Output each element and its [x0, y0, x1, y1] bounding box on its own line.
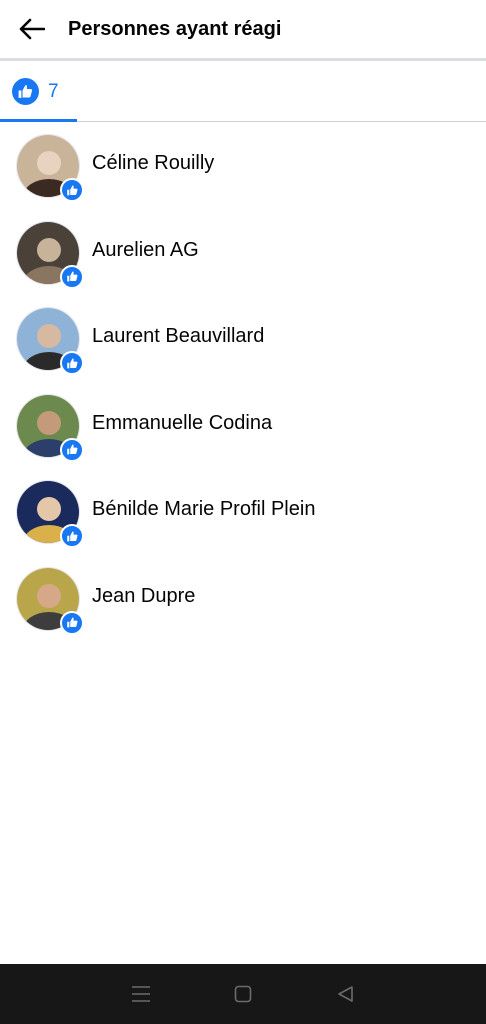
menu-button[interactable] [121, 974, 161, 1014]
reactor-name[interactable]: Céline Rouilly [92, 152, 214, 175]
like-icon [60, 351, 84, 375]
like-icon [60, 524, 84, 548]
back-button[interactable] [0, 0, 64, 58]
like-icon [60, 178, 84, 202]
arrow-left-icon [19, 18, 45, 40]
reactor-name[interactable]: Aurelien AG [92, 239, 199, 262]
reactor-name[interactable]: Jean Dupre [92, 585, 195, 608]
like-icon [12, 78, 39, 105]
reactor-name[interactable]: Laurent Beauvillard [92, 325, 264, 348]
like-icon [60, 437, 84, 462]
system-navbar [0, 964, 486, 1024]
home-button[interactable] [223, 974, 263, 1014]
avatar-wrapper [16, 307, 84, 375]
header: Personnes ayant réagi [0, 0, 486, 58]
like-icon [60, 610, 84, 635]
app: Personnes ayant réagi 7 Céline Rouilly A… [0, 0, 486, 1024]
reactor-row[interactable]: Céline Rouilly [0, 123, 486, 210]
avatar-wrapper [16, 134, 84, 202]
reactors-list: Céline Rouilly Aurelien AG Laurent Beauv… [0, 123, 486, 642]
back-triangle-icon [338, 986, 353, 1002]
page-title: Personnes ayant réagi [68, 17, 282, 40]
like-icon [60, 264, 84, 289]
reactor-name[interactable]: Bénilde Marie Profil Plein [92, 498, 315, 521]
menu-icon [132, 986, 150, 1002]
home-icon [234, 985, 252, 1003]
reactor-row[interactable]: Bénilde Marie Profil Plein [0, 469, 486, 556]
tab-active-indicator [0, 119, 77, 122]
avatar-wrapper [16, 480, 84, 548]
avatar-wrapper [16, 566, 84, 635]
reactor-row[interactable]: Emmanuelle Codina [0, 383, 486, 470]
reaction-count: 7 [48, 80, 59, 102]
reaction-tabs: 7 [0, 61, 486, 122]
reactor-row[interactable]: Jean Dupre [0, 556, 486, 643]
avatar-wrapper [16, 220, 84, 289]
reactor-name[interactable]: Emmanuelle Codina [92, 412, 272, 435]
reactor-row[interactable]: Laurent Beauvillard [0, 296, 486, 383]
tab-all-reactions[interactable]: 7 [0, 61, 77, 122]
avatar-wrapper [16, 393, 84, 462]
back-nav-button[interactable] [325, 974, 365, 1014]
reactor-row[interactable]: Aurelien AG [0, 210, 486, 297]
